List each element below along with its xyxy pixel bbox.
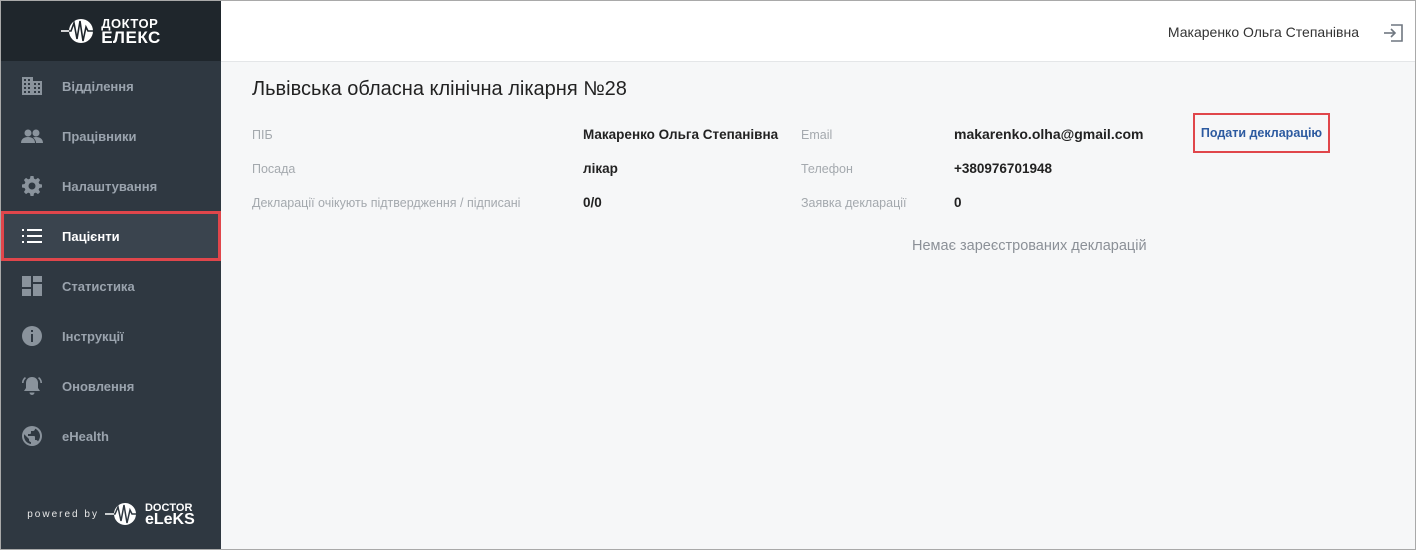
sidebar-item-employees[interactable]: Працівники xyxy=(1,111,221,161)
declarations-label: Декларації очікують підтвердження / підп… xyxy=(252,196,521,210)
app-logo[interactable]: ДОКТОР ЕЛЕКС xyxy=(61,17,161,47)
dashboard-icon xyxy=(21,275,43,297)
bell-icon xyxy=(21,375,43,397)
name-label: ПІБ xyxy=(252,128,273,142)
pulse-logo-icon xyxy=(104,503,139,525)
page-title: Львівська обласна клінічна лікарня №28 xyxy=(252,78,627,100)
phone-value: +380976701948 xyxy=(954,161,1052,176)
app-window: ДОКТОР ЕЛЕКС Відділення Працівники Налаш… xyxy=(0,0,1416,550)
sidebar-item-label: Пацієнти xyxy=(62,228,120,244)
sidebar-item-settings[interactable]: Налаштування xyxy=(1,161,221,211)
gear-icon xyxy=(21,175,43,197)
sidebar-item-ehealth[interactable]: eHealth xyxy=(1,411,221,461)
pulse-logo-icon xyxy=(61,19,98,43)
main-content: Львівська обласна клінічна лікарня №28 П… xyxy=(221,62,1415,549)
powered-logo: DOCTOR eLeKS xyxy=(144,502,195,528)
sidebar-item-statistics[interactable]: Статистика xyxy=(1,261,221,311)
phone-label: Телефон xyxy=(801,162,853,176)
name-value: Макаренко Ольга Степанівна xyxy=(583,127,779,142)
logo-bar: ДОКТОР ЕЛЕКС xyxy=(1,1,221,61)
sidebar-item-label: Статистика xyxy=(62,278,135,294)
declaration-request-value: 0 xyxy=(954,195,962,210)
logo-line-2: ЕЛЕКС xyxy=(101,28,161,47)
sidebar-item-label: Відділення xyxy=(62,78,134,94)
position-value: лікар xyxy=(583,161,618,176)
declaration-request-label: Заявка декларації xyxy=(801,196,907,210)
sidebar-item-label: Працівники xyxy=(62,128,137,144)
sidebar-item-label: eHealth xyxy=(62,428,109,444)
list-icon xyxy=(21,225,43,247)
info-icon xyxy=(21,325,43,347)
sidebar-item-label: Налаштування xyxy=(62,178,158,194)
submit-declaration-button[interactable]: Подати декларацію xyxy=(1193,113,1330,153)
empty-state-message: Немає зареєстрованих декларацій xyxy=(912,238,1147,254)
building-icon xyxy=(21,75,43,97)
sidebar: ДОКТОР ЕЛЕКС Відділення Працівники Налаш… xyxy=(1,1,221,549)
sidebar-item-departments[interactable]: Відділення xyxy=(1,61,221,111)
current-user-name[interactable]: Макаренко Ольга Степанівна xyxy=(1168,24,1359,40)
powered-logo-line-2: eLeKS xyxy=(144,511,195,528)
email-value: makarenko.olha@gmail.com xyxy=(954,126,1144,142)
logout-icon[interactable] xyxy=(1381,21,1405,45)
declarations-value: 0/0 xyxy=(583,195,602,210)
sidebar-item-label: Інструкції xyxy=(62,328,124,344)
sidebar-item-label: Оновлення xyxy=(62,378,135,394)
globe-icon xyxy=(21,425,43,447)
people-icon xyxy=(21,125,43,147)
email-label: Email xyxy=(801,128,833,142)
sidebar-item-patients[interactable]: Пацієнти xyxy=(1,211,221,261)
powered-by: powered by DOCTOR eLeKS xyxy=(1,501,221,528)
sidebar-nav: Відділення Працівники Налаштування Паціє… xyxy=(1,61,221,461)
top-header: Макаренко Ольга Степанівна xyxy=(221,1,1415,62)
sidebar-item-instructions[interactable]: Інструкції xyxy=(1,311,221,361)
powered-by-text: powered by xyxy=(27,508,99,520)
position-label: Посада xyxy=(252,162,296,176)
sidebar-item-updates[interactable]: Оновлення xyxy=(1,361,221,411)
